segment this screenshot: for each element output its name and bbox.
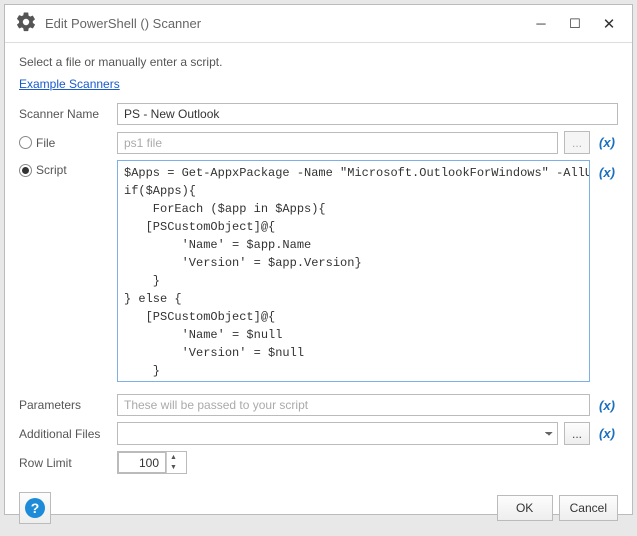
maximize-button[interactable]: ☐ <box>558 13 592 35</box>
minimize-button[interactable]: ─ <box>524 13 558 35</box>
row-limit-input[interactable] <box>118 452 166 473</box>
parameters-row: Parameters (x) <box>19 394 618 416</box>
content-area: Select a file or manually enter a script… <box>5 43 632 484</box>
footer: ? OK Cancel <box>5 484 632 536</box>
file-variable-button[interactable]: (x) <box>596 132 618 154</box>
scanner-name-label: Scanner Name <box>19 107 111 121</box>
titlebar: Edit PowerShell () Scanner ─ ☐ ✕ <box>5 5 632 43</box>
additional-files-variable-button[interactable]: (x) <box>596 423 618 445</box>
file-row: File ... (x) <box>19 131 618 154</box>
row-limit-spin: ▲ ▼ <box>166 452 180 473</box>
additional-files-label: Additional Files <box>19 427 111 441</box>
scanner-name-row: Scanner Name <box>19 103 618 125</box>
instruction-text: Select a file or manually enter a script… <box>19 55 618 69</box>
row-limit-stepper[interactable]: ▲ ▼ <box>117 451 187 474</box>
help-icon: ? <box>25 498 45 518</box>
scanner-name-input[interactable] <box>117 103 618 125</box>
additional-files-select[interactable] <box>117 422 558 445</box>
window-title: Edit PowerShell () Scanner <box>45 16 524 31</box>
spin-down-button[interactable]: ▼ <box>167 463 180 474</box>
close-button[interactable]: ✕ <box>592 13 626 35</box>
script-radio-option[interactable]: Script <box>19 163 111 177</box>
cancel-button[interactable]: Cancel <box>559 495 618 521</box>
script-textarea[interactable] <box>117 160 590 382</box>
additional-files-browse-button[interactable]: ... <box>564 422 590 445</box>
file-radio-option[interactable]: File <box>19 136 111 150</box>
spin-up-button[interactable]: ▲ <box>167 452 180 463</box>
parameters-variable-button[interactable]: (x) <box>596 394 618 416</box>
parameters-input[interactable] <box>117 394 590 416</box>
row-limit-label: Row Limit <box>19 456 111 470</box>
script-radio-label: Script <box>36 163 67 177</box>
additional-files-row: Additional Files ... (x) <box>19 422 618 445</box>
radio-icon <box>19 136 32 149</box>
row-limit-row: Row Limit ▲ ▼ <box>19 451 618 474</box>
file-radio-label: File <box>36 136 55 150</box>
dialog-window: Edit PowerShell () Scanner ─ ☐ ✕ Select … <box>4 4 633 515</box>
file-browse-button: ... <box>564 131 590 154</box>
script-row: Script (x) <box>19 160 618 382</box>
help-button[interactable]: ? <box>19 492 51 524</box>
script-variable-button[interactable]: (x) <box>596 161 618 183</box>
gear-icon <box>15 11 37 36</box>
example-scanners-link[interactable]: Example Scanners <box>19 77 618 91</box>
ok-button[interactable]: OK <box>497 495 553 521</box>
radio-icon <box>19 164 32 177</box>
parameters-label: Parameters <box>19 398 111 412</box>
file-path-input <box>117 132 558 154</box>
